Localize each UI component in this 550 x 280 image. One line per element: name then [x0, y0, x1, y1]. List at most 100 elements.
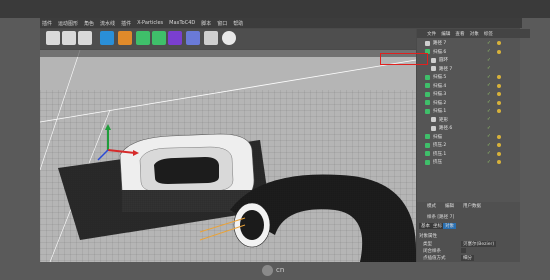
subtab-object[interactable]: 对象	[443, 223, 456, 229]
tab-view[interactable]: 查看	[455, 31, 464, 37]
list-item[interactable]: 挤压.2 ✓	[417, 141, 528, 150]
tab-file[interactable]: 文件	[427, 31, 436, 37]
watermark-logo-icon	[262, 265, 273, 276]
check-icon[interactable]: ✓	[487, 109, 491, 114]
closed-spline-label: 闭合样条	[423, 249, 441, 254]
spline-icon	[425, 40, 430, 46]
object-manager-panel: 文件 编辑 查看 对象 标签 路径 7 ✓ 扫描.6 ✓ 圆环 ✓ 路径 7 ✓ 扫描.…	[417, 29, 530, 262]
tag-icon	[497, 75, 501, 80]
check-icon[interactable]: ✓	[487, 100, 491, 105]
tag-icon	[497, 49, 501, 54]
attr-object-label: 样条 [路径 7]	[427, 215, 455, 220]
menu-item[interactable]: 帮助	[233, 20, 243, 27]
clapper-icon[interactable]	[62, 31, 76, 45]
light-icon[interactable]	[222, 31, 236, 45]
tag-icon	[497, 134, 501, 139]
extrude-icon	[425, 159, 430, 165]
check-icon[interactable]: ✓	[487, 117, 491, 122]
check-icon[interactable]: ✓	[487, 160, 491, 165]
subdivision-icon[interactable]	[136, 31, 150, 45]
list-item[interactable]: 扫描.5 ✓	[417, 73, 528, 82]
list-item[interactable]: 路径 7 ✓	[417, 39, 528, 48]
menu-item[interactable]: 插件	[42, 20, 52, 27]
cube-icon[interactable]	[100, 31, 114, 45]
attr-tab-userdata[interactable]: 用户数据	[463, 203, 481, 209]
check-icon[interactable]: ✓	[487, 92, 491, 97]
menu-item[interactable]: X-Particles	[137, 20, 163, 26]
interpolation-dropdown[interactable]: 细分	[461, 255, 474, 261]
spline-icon	[431, 125, 436, 131]
interpolation-label: 点插值方式	[423, 256, 446, 261]
check-icon[interactable]: ✓	[487, 75, 491, 80]
check-icon[interactable]: ✓	[487, 134, 491, 139]
menu-item[interactable]: 脚本	[201, 20, 211, 27]
list-item[interactable]: 路径 7 ✓	[417, 65, 534, 74]
circle-icon	[431, 57, 436, 63]
list-item[interactable]: 扫描 ✓	[417, 133, 528, 142]
closed-spline-checkbox[interactable]	[461, 248, 466, 253]
list-item[interactable]: 圆环 ✓	[417, 56, 534, 65]
attr-tab-mode[interactable]: 模式	[427, 203, 436, 209]
check-icon[interactable]: ✓	[487, 83, 491, 88]
list-item[interactable]: 扫描.6 ✓	[417, 48, 528, 57]
check-icon[interactable]: ✓	[487, 66, 491, 71]
extrude-icon	[425, 142, 430, 148]
camera-icon[interactable]	[204, 31, 218, 45]
watermark-text: cn	[276, 266, 285, 274]
tab-objects[interactable]: 对象	[470, 31, 479, 37]
type-label: 类型	[423, 242, 432, 247]
sweep-icon	[425, 83, 430, 89]
menu-bar: 插件 运动图形 角色 流水线 插件 X-Particles MaxToC4D 脚…	[40, 18, 522, 28]
menu-item[interactable]: 角色	[84, 20, 94, 27]
check-icon[interactable]: ✓	[487, 151, 491, 156]
viewport-header	[40, 50, 416, 57]
tag-icon	[497, 41, 501, 46]
deformer-icon[interactable]	[168, 31, 182, 45]
clapper-icon[interactable]	[78, 31, 92, 45]
list-item[interactable]: 扫描.2 ✓	[417, 99, 528, 108]
check-icon[interactable]: ✓	[487, 49, 491, 54]
object-manager-tabs: 文件 编辑 查看 对象 标签	[417, 29, 530, 38]
page-backdrop-top	[0, 0, 550, 18]
menu-item[interactable]: MaxToC4D	[169, 20, 195, 26]
main-toolbar	[40, 29, 416, 49]
list-item[interactable]: 挤压 ✓	[417, 158, 528, 167]
list-item[interactable]: 矩形 ✓	[417, 116, 534, 125]
extrude-icon	[425, 151, 430, 157]
section-title: 对象属性	[419, 234, 437, 239]
type-dropdown[interactable]: 贝塞尔(Bezier)	[461, 241, 497, 247]
tag-icon	[497, 143, 501, 148]
attributes-panel: 模式 编辑 用户数据 样条 [路径 7] 基本 坐标 对象 对象属性 类型 贝塞…	[417, 202, 520, 262]
clapper-icon[interactable]	[46, 31, 60, 45]
highlight-box	[380, 53, 428, 65]
scene-icon[interactable]	[186, 31, 200, 45]
cinema4d-window: 插件 运动图形 角色 流水线 插件 X-Particles MaxToC4D 脚…	[40, 18, 530, 262]
menu-item[interactable]: 运动图形	[58, 20, 78, 27]
check-icon[interactable]: ✓	[487, 143, 491, 148]
sweep-icon	[425, 100, 430, 106]
pen-icon[interactable]	[118, 31, 132, 45]
menu-item[interactable]: 插件	[121, 20, 131, 27]
rectangle-icon	[431, 117, 436, 123]
menu-item[interactable]: 窗口	[217, 20, 227, 27]
tag-icon	[497, 83, 501, 88]
list-item[interactable]: 路径.6 ✓	[417, 124, 534, 133]
menu-item[interactable]: 流水线	[100, 20, 115, 27]
sweep-icon	[425, 108, 430, 114]
check-icon[interactable]: ✓	[487, 58, 491, 63]
sweep-icon	[425, 74, 430, 80]
list-item[interactable]: 扫描.1 ✓	[417, 107, 528, 116]
tab-tags[interactable]: 标签	[484, 31, 493, 37]
list-item[interactable]: 挤压.1 ✓	[417, 150, 528, 159]
list-item[interactable]: 扫描.4 ✓	[417, 82, 528, 91]
tab-edit[interactable]: 编辑	[441, 31, 450, 37]
check-icon[interactable]: ✓	[487, 41, 491, 46]
check-icon[interactable]: ✓	[487, 126, 491, 131]
tag-icon	[497, 109, 501, 114]
tag-icon	[497, 151, 501, 156]
tag-icon	[497, 100, 501, 105]
list-item[interactable]: 扫描.3 ✓	[417, 90, 528, 99]
3d-viewport[interactable]	[40, 50, 416, 262]
attr-tab-edit[interactable]: 编辑	[445, 203, 454, 209]
cloner-icon[interactable]	[152, 31, 166, 45]
